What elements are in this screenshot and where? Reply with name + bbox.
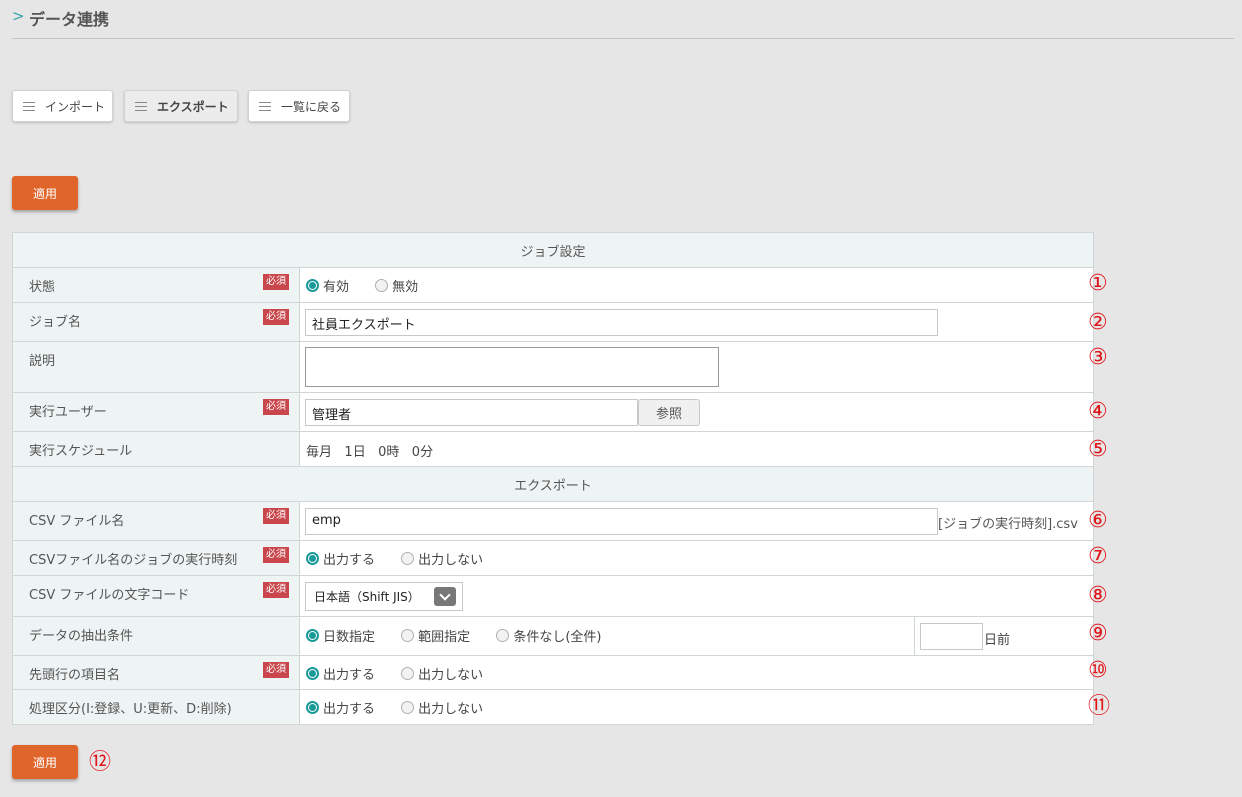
csv-name-suffix: [ジョブの実行時刻].csv [938, 517, 1078, 532]
annotation-marker-11: ⑪ [1088, 694, 1111, 719]
exec-user-input[interactable]: 管理者 [305, 399, 638, 426]
chevron-down-icon [434, 587, 456, 606]
job-name-label: ジョブ名 [29, 315, 82, 330]
header-row-label: 先頭行の項目名 [29, 668, 121, 683]
status-label: 状態 [29, 280, 56, 295]
status-enabled-radio[interactable]: 有効 [306, 276, 349, 295]
tab-import[interactable]: インポート [12, 90, 113, 122]
list-icon [23, 101, 35, 111]
back-to-list-button[interactable]: 一覧に戻る [248, 90, 350, 122]
header-row-label-cell: 先頭行の項目名 必須 [12, 655, 300, 690]
annotation-marker-7: ⑦ [1088, 544, 1108, 569]
annotation-marker-4: ④ [1088, 399, 1108, 424]
process-type-label: 処理区分(I:登録、U:更新、D:削除) [29, 702, 232, 717]
header-row-no-radio[interactable]: 出力しない [401, 664, 483, 683]
schedule-label-cell: 実行スケジュール [12, 431, 300, 467]
csv-time-no-radio[interactable]: 出力しない [401, 549, 483, 568]
required-badge: 必須 [263, 582, 289, 598]
days-before-suffix: 日前 [984, 633, 1011, 648]
process-type-no-radio[interactable]: 出力しない [401, 698, 483, 717]
annotation-marker-12: ⑫ [89, 750, 112, 775]
annotation-marker-10: ⑩ [1088, 658, 1108, 683]
process-type-label-cell: 処理区分(I:登録、U:更新、D:削除) [12, 689, 300, 725]
divider [914, 617, 915, 655]
list-icon [259, 101, 271, 111]
annotation-marker-9: ⑨ [1088, 621, 1108, 646]
csv-name-label-cell: CSV ファイル名 必須 [12, 501, 300, 541]
job-form: ジョブ設定 状態 必須 有効 無効 ジョブ名 必須 社員エクスポート 説明 実行… [12, 232, 1094, 725]
header-row-yes-radio[interactable]: 出力する [306, 664, 375, 683]
encoding-select[interactable]: 日本語（Shift JIS） [305, 582, 463, 611]
status-disabled-radio[interactable]: 無効 [375, 276, 418, 295]
required-badge: 必須 [263, 508, 289, 524]
page-header: > データ連携 [12, 0, 1234, 39]
section-export: エクスポート [12, 466, 1094, 502]
tab-import-label: インポート [45, 99, 106, 114]
process-type-yes-radio[interactable]: 出力する [306, 698, 375, 717]
encoding-label-cell: CSV ファイルの文字コード 必須 [12, 575, 300, 617]
exec-user-label: 実行ユーザー [29, 405, 107, 420]
browse-button[interactable]: 参照 [638, 399, 700, 426]
encoding-label: CSV ファイルの文字コード [29, 588, 190, 603]
description-textarea[interactable] [305, 347, 719, 387]
tab-export-label: エクスポート [157, 99, 229, 114]
extract-range-radio[interactable]: 範囲指定 [401, 626, 470, 645]
section-job-settings: ジョブ設定 [12, 232, 1094, 268]
apply-button-top[interactable]: 適用 [12, 176, 78, 210]
annotation-marker-8: ⑧ [1088, 583, 1108, 608]
job-name-label-cell: ジョブ名 必須 [12, 302, 300, 342]
schedule-value: 毎月 1日 0時 0分 [299, 431, 1094, 467]
status-label-cell: 状態 必須 [12, 267, 300, 303]
required-badge: 必須 [263, 399, 289, 415]
csv-time-yes-radio[interactable]: 出力する [306, 549, 375, 568]
required-badge: 必須 [263, 274, 289, 290]
annotation-marker-5: ⑤ [1088, 437, 1108, 462]
csv-name-label: CSV ファイル名 [29, 514, 125, 529]
required-badge: 必須 [263, 662, 289, 678]
schedule-label: 実行スケジュール [29, 444, 133, 459]
extract-label-cell: データの抽出条件 [12, 616, 300, 656]
annotation-marker-6: ⑥ [1088, 508, 1108, 533]
required-badge: 必須 [263, 547, 289, 563]
days-before-input[interactable] [920, 623, 983, 650]
annotation-marker-1: ① [1088, 271, 1108, 296]
job-name-input[interactable]: 社員エクスポート [305, 309, 938, 336]
tab-export[interactable]: エクスポート [124, 90, 238, 122]
csv-name-input[interactable]: emp [305, 508, 938, 535]
description-label: 説明 [29, 354, 56, 369]
list-icon [135, 101, 147, 111]
exec-user-label-cell: 実行ユーザー 必須 [12, 392, 300, 432]
csv-time-label-cell: CSVファイル名のジョブの実行時刻 必須 [12, 540, 300, 576]
csv-time-label: CSVファイル名のジョブの実行時刻 [29, 553, 238, 568]
annotation-marker-3: ③ [1088, 345, 1108, 370]
required-badge: 必須 [263, 309, 289, 325]
extract-label: データの抽出条件 [29, 629, 134, 644]
extract-none-radio[interactable]: 条件なし(全件) [496, 626, 601, 645]
status-value: 有効 無効 [299, 267, 1094, 303]
annotation-marker-2: ② [1088, 310, 1108, 335]
page-title: データ連携 [29, 10, 110, 29]
back-to-list-label: 一覧に戻る [281, 99, 342, 114]
extract-days-radio[interactable]: 日数指定 [306, 626, 375, 645]
chevron-right-icon: > [12, 7, 25, 25]
description-label-cell: 説明 [12, 341, 300, 393]
apply-button-bottom[interactable]: 適用 [12, 745, 78, 779]
